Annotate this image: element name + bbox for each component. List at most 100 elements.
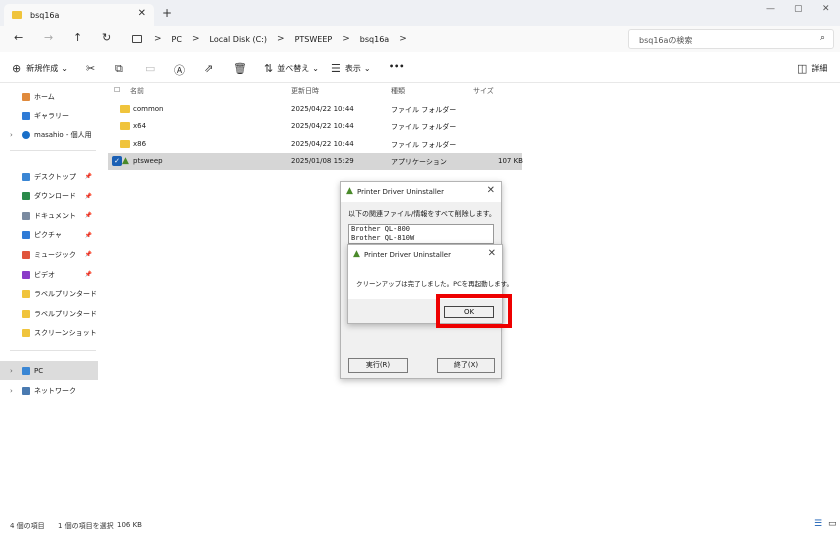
back-button[interactable]: ← <box>14 31 23 44</box>
close-icon[interactable]: ✕ <box>488 248 496 259</box>
new-button[interactable]: ⊕ 新規作成 ⌄ <box>12 62 68 75</box>
chevron-right-icon[interactable]: › <box>10 131 13 139</box>
breadcrumb-ptsweep[interactable]: PTSWEEP <box>295 35 333 44</box>
up-button[interactable]: ↑ <box>73 31 82 44</box>
tab-close-icon[interactable]: ✕ <box>138 8 146 19</box>
table-row[interactable]: x86 2025/04/22 10:44 ファイル フォルダー <box>108 136 522 153</box>
details-button[interactable]: ◫ 詳細 <box>797 62 827 75</box>
maximize-button[interactable]: ▢ <box>794 4 803 14</box>
sidebar-item-quick[interactable]: スクリーンショット <box>0 324 98 343</box>
breadcrumb-pc[interactable]: PC <box>172 35 182 44</box>
column-header-size[interactable]: サイズ <box>473 86 494 96</box>
folder-icon <box>22 329 30 338</box>
run-button[interactable]: 実行(R) <box>348 358 408 373</box>
completion-message: クリーンアップは完了しました。PCを再起動します。 <box>356 280 513 288</box>
new-tab-button[interactable]: + <box>162 6 172 20</box>
address-row: ← → ↑ ↻ > PC > Local Disk (C:) > PTSWEEP… <box>0 26 840 52</box>
sidebar-item-quick[interactable]: ラベルプリンタードラ <box>0 285 98 304</box>
sidebar-item-label: ビデオ <box>34 270 55 279</box>
table-row[interactable]: ✓ ▲ ptsweep 2025/01/08 15:29 アプリケーション 107 KB <box>108 152 523 170</box>
view-label: 表示 <box>344 64 361 73</box>
sidebar-item-label: ピクチャ <box>34 231 62 240</box>
pc-icon <box>132 35 142 43</box>
sidebar-item-onedrive[interactable]: › masahio - 個人用 <box>0 125 98 144</box>
list-item[interactable]: Brother QL-800 <box>351 225 493 234</box>
breadcrumb[interactable]: > PC > Local Disk (C:) > PTSWEEP > bsq16… <box>124 29 620 49</box>
folder-icon <box>22 290 30 299</box>
list-item[interactable]: Brother QL-810W <box>351 234 493 243</box>
view-icon: ☰ <box>331 62 341 75</box>
minimize-button[interactable]: — <box>766 4 775 14</box>
pin-icon[interactable]: 📌 <box>85 212 92 219</box>
delete-icon[interactable]: 🗑 <box>233 62 247 75</box>
dialog-title: Printer Driver Uninstaller <box>357 188 444 196</box>
table-row[interactable]: x64 2025/04/22 10:44 ファイル フォルダー <box>108 118 522 135</box>
sidebar-item-home[interactable]: ホーム <box>0 87 98 106</box>
details-view-icon[interactable]: ☰ <box>814 519 822 529</box>
sidebar-item-quick[interactable]: ラベルプリンタードライバ <box>0 304 98 323</box>
pin-icon[interactable]: 📌 <box>85 271 92 278</box>
dialog-title-bar: ▲ Printer Driver Uninstaller ✕ <box>348 245 502 265</box>
row-checkbox[interactable]: ✓ <box>112 155 122 166</box>
close-window-button[interactable]: ✕ <box>822 4 830 14</box>
folder-icon <box>22 309 30 318</box>
file-type: ファイル フォルダー <box>391 106 457 114</box>
pin-icon[interactable]: 📌 <box>85 193 92 200</box>
tab-title: bsq16a <box>30 10 60 20</box>
pin-icon[interactable]: 📌 <box>85 232 92 239</box>
highlight-box <box>436 294 512 328</box>
column-header-type[interactable]: 種類 <box>391 86 405 96</box>
sidebar-item-network[interactable]: › ネットワーク <box>0 381 98 400</box>
forward-button[interactable]: → <box>44 31 53 44</box>
sidebar-item-pc[interactable]: › PC <box>0 361 98 380</box>
paste-icon[interactable]: ▭ <box>145 62 155 75</box>
printer-list[interactable]: Brother QL-800 Brother QL-810W <box>348 224 494 244</box>
file-date: 2025/01/08 15:29 <box>291 156 354 165</box>
share-icon[interactable]: ⇗ <box>204 62 213 75</box>
dialog-message: 以下の関連ファイル/情報をすべて削除します。 <box>348 210 496 218</box>
search-input[interactable]: bsq16aの検索 ⌕ <box>628 29 834 49</box>
folder-icon <box>22 192 30 201</box>
new-label: 新規作成 <box>26 64 59 73</box>
sort-button[interactable]: ⇅ 並べ替え ⌄ <box>264 62 319 75</box>
sidebar-item-quick[interactable]: デスクトップ 📌 <box>0 167 98 186</box>
tiles-view-icon[interactable]: ▭ <box>828 519 837 529</box>
close-icon[interactable]: ✕ <box>487 185 495 196</box>
chevron-right-icon: > <box>154 34 162 44</box>
exit-button[interactable]: 終了(X) <box>437 358 495 373</box>
tab-bsq16a[interactable]: bsq16a ✕ <box>4 4 154 26</box>
chevron-right-icon[interactable]: › <box>10 367 13 375</box>
copy-icon[interactable]: ⧉ <box>115 62 123 76</box>
select-all-checkbox[interactable]: ☐ <box>114 86 120 94</box>
chevron-right-icon[interactable]: › <box>10 387 13 395</box>
sidebar-item-quick[interactable]: ピクチャ 📌 <box>0 226 98 245</box>
sidebar-item-gallery[interactable]: ギャラリー <box>0 106 98 125</box>
column-header-name[interactable]: 名前 <box>130 86 144 96</box>
more-options-button[interactable]: ••• <box>389 62 404 71</box>
title-bar: bsq16a ✕ + — ▢ ✕ <box>0 0 840 26</box>
sidebar-item-quick[interactable]: ミュージック 📌 <box>0 245 98 264</box>
selected-size: 106 KB <box>117 521 142 529</box>
file-type: アプリケーション <box>391 157 447 166</box>
sidebar-item-quick[interactable]: ドキュメント 📌 <box>0 206 98 225</box>
pin-icon[interactable]: 📌 <box>85 173 92 180</box>
refresh-button[interactable]: ↻ <box>102 31 111 44</box>
sidebar-item-quick[interactable]: ビデオ 📌 <box>0 265 98 284</box>
view-button[interactable]: ☰ 表示 ⌄ <box>331 62 371 75</box>
navigation-pane: ホーム ギャラリー › masahio - 個人用 デスクトップ 📌 ダウンロード 📌… <box>0 84 100 514</box>
folder-icon <box>120 122 130 131</box>
folder-icon <box>120 139 130 148</box>
sidebar-item-label: ダウンロード <box>34 192 76 201</box>
table-row[interactable]: common 2025/04/22 10:44 ファイル フォルダー <box>108 101 522 118</box>
breadcrumb-local-disk[interactable]: Local Disk (C:) <box>210 35 268 44</box>
file-name: x64 <box>133 122 147 131</box>
pin-icon[interactable]: 📌 <box>85 251 92 258</box>
file-name: x86 <box>133 139 147 148</box>
item-count: 4 個の項目 <box>10 522 45 530</box>
column-header-date[interactable]: 更新日時 <box>291 86 319 96</box>
file-date: 2025/04/22 10:44 <box>291 122 354 131</box>
cut-icon[interactable]: ✂ <box>86 62 95 75</box>
rename-icon[interactable]: Ⓐ <box>174 62 185 78</box>
breadcrumb-bsq16a[interactable]: bsq16a <box>360 35 389 44</box>
sidebar-item-quick[interactable]: ダウンロード 📌 <box>0 187 98 206</box>
